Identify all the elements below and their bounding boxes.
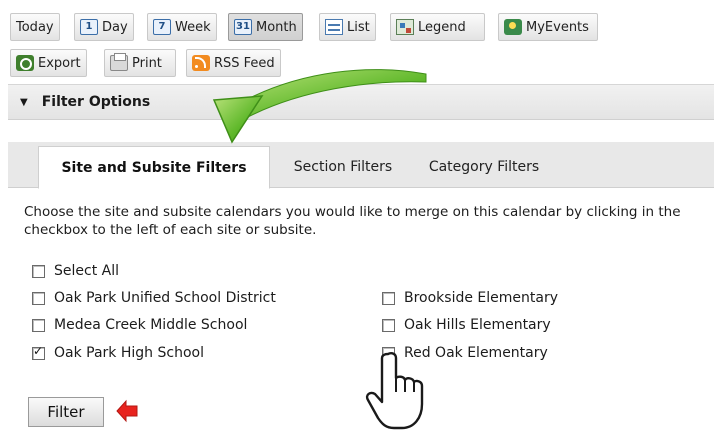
- rss-label: RSS Feed: [214, 55, 275, 71]
- checkbox-box[interactable]: [382, 291, 395, 305]
- week-button[interactable]: 7 Week: [147, 13, 217, 41]
- filter-description: Choose the site and subsite calendars yo…: [24, 204, 681, 238]
- legend-button[interactable]: Legend: [390, 13, 485, 41]
- rss-icon: [192, 55, 210, 71]
- print-label: Print: [132, 55, 162, 71]
- checkbox-box[interactable]: [382, 318, 395, 332]
- day-label: Day: [102, 19, 128, 35]
- export-button[interactable]: Export: [10, 49, 87, 77]
- month-label: Month: [256, 19, 297, 35]
- site-label: Brookside Elementary: [404, 290, 559, 306]
- rss-feed-button[interactable]: RSS Feed: [186, 49, 281, 77]
- legend-icon: [396, 19, 414, 35]
- filter-options-header[interactable]: ▼ Filter Options: [8, 84, 714, 120]
- export-icon: [16, 55, 34, 71]
- week-calendar-icon: 7: [153, 19, 171, 35]
- day-button[interactable]: 1 Day: [74, 13, 134, 41]
- checkbox-box[interactable]: [32, 318, 45, 332]
- checkbox-box-checked[interactable]: ✓: [32, 343, 45, 360]
- site-checkbox-oak-hills[interactable]: Oak Hills Elementary: [382, 317, 551, 333]
- site-label: Oak Hills Elementary: [404, 317, 551, 333]
- export-label: Export: [38, 55, 81, 71]
- site-label: Red Oak Elementary: [404, 345, 548, 361]
- site-checkbox-red-oak[interactable]: Red Oak Elementary: [382, 345, 548, 361]
- site-checkbox-medea-creek[interactable]: Medea Creek Middle School: [32, 317, 247, 333]
- list-icon: [325, 19, 343, 35]
- checkbox-box[interactable]: [382, 346, 395, 360]
- week-label: Week: [175, 19, 211, 35]
- site-checkbox-brookside[interactable]: Brookside Elementary: [382, 290, 558, 306]
- tab-section-filters[interactable]: Section Filters: [278, 146, 408, 188]
- myevents-label: MyEvents: [526, 19, 589, 35]
- collapse-caret-icon[interactable]: ▼: [20, 97, 28, 108]
- site-label: Oak Park Unified School District: [54, 290, 276, 306]
- today-button[interactable]: Today: [10, 13, 60, 41]
- list-label: List: [347, 19, 370, 35]
- day-calendar-icon: 1: [80, 19, 98, 35]
- tab-label: Site and Subsite Filters: [61, 159, 247, 176]
- filter-options-title: Filter Options: [41, 94, 151, 110]
- print-button[interactable]: Print: [104, 49, 176, 77]
- checkbox-box[interactable]: [32, 264, 45, 278]
- site-label: Oak Park High School: [54, 345, 204, 361]
- tab-category-filters[interactable]: Category Filters: [414, 146, 554, 188]
- filter-button[interactable]: Filter: [28, 397, 104, 427]
- month-button[interactable]: 31 Month: [228, 13, 303, 41]
- today-label: Today: [16, 19, 54, 35]
- myevents-icon: [504, 19, 522, 35]
- month-calendar-icon: 31: [234, 19, 252, 35]
- list-button[interactable]: List: [319, 13, 376, 41]
- tab-label: Section Filters: [293, 159, 393, 175]
- select-all-checkbox[interactable]: Select All: [32, 263, 119, 279]
- printer-icon: [110, 53, 128, 71]
- site-checkbox-oak-park-high[interactable]: ✓ Oak Park High School: [32, 343, 204, 361]
- site-checkbox-oak-park-usd[interactable]: Oak Park Unified School District: [32, 290, 276, 306]
- tab-label: Category Filters: [428, 159, 540, 175]
- select-all-label: Select All: [54, 263, 119, 279]
- site-label: Medea Creek Middle School: [54, 317, 248, 333]
- tab-site-subsite-filters[interactable]: Site and Subsite Filters: [38, 146, 270, 189]
- legend-label: Legend: [418, 19, 466, 35]
- myevents-button[interactable]: MyEvents: [498, 13, 598, 41]
- checkmark-icon: ✓: [33, 343, 44, 358]
- checkbox-box[interactable]: [32, 291, 45, 305]
